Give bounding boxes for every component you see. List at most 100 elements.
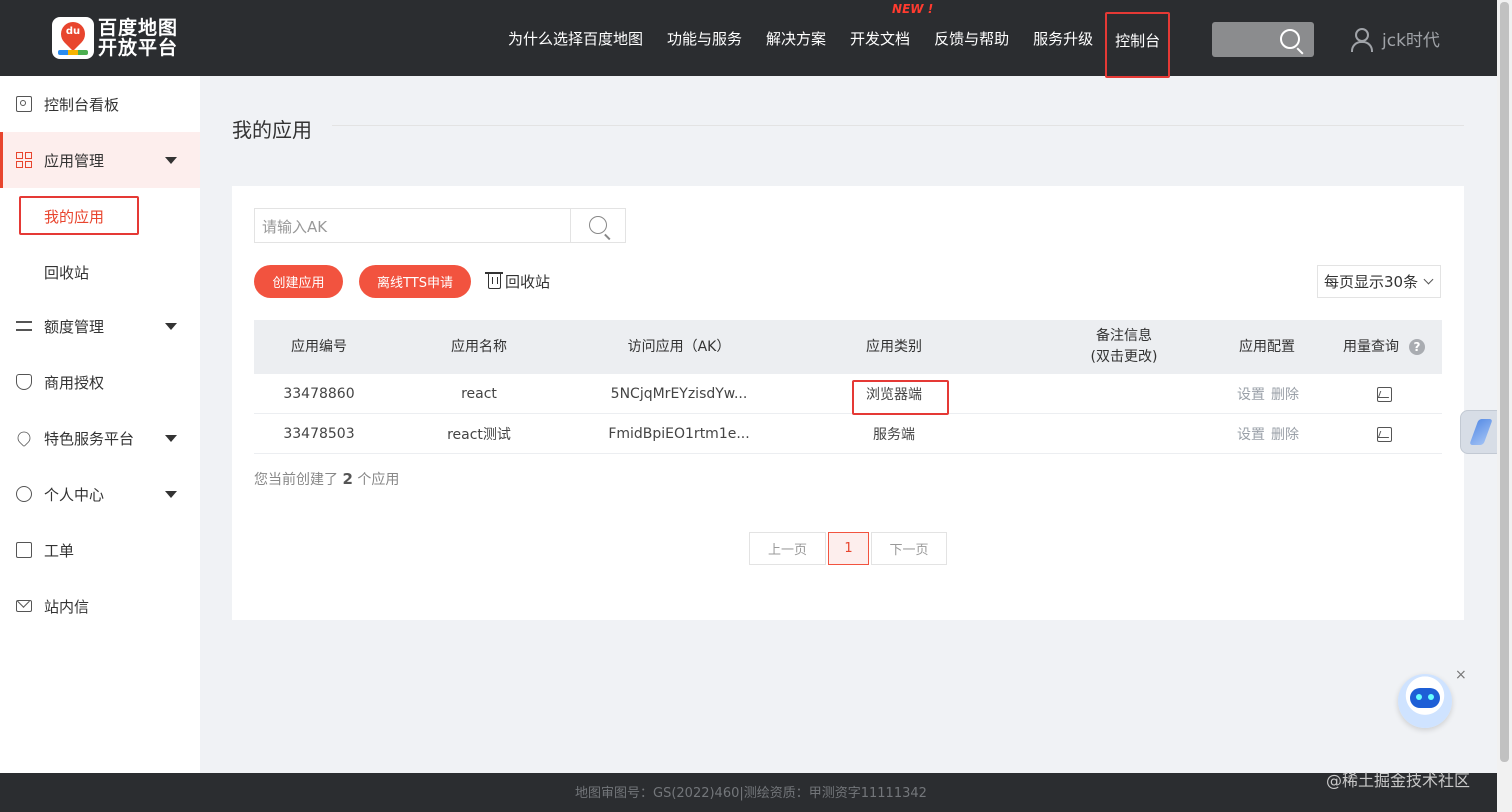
person-icon — [16, 486, 32, 502]
sidebar-item-tickets[interactable]: 工单 — [0, 522, 200, 578]
recycle-bin-link[interactable]: 回收站 — [485, 271, 550, 292]
logo-line-2: 开放平台 — [98, 37, 179, 59]
sidebar-item-label: 控制台看板 — [44, 95, 120, 114]
footer-license-text: 地图审图号：GS(2022)460|测绘资质：甲测资字11111342 — [575, 786, 927, 801]
caret-down-icon — [165, 434, 177, 442]
usage-chart-icon[interactable] — [1376, 386, 1392, 402]
count-value: 2 — [342, 470, 353, 488]
help-icon[interactable]: ? — [1409, 339, 1425, 355]
logo[interactable]: du 百度地图 开放平台 — [52, 17, 178, 59]
robot-assistant-icon[interactable] — [1398, 674, 1452, 728]
sidebar-item-label: 商用授权 — [44, 373, 105, 392]
page-title: 我的应用 — [232, 118, 312, 142]
sidebar-item-featured-services[interactable]: 特色服务平台 — [0, 410, 200, 466]
sidebar-item-dashboard[interactable]: 控制台看板 — [0, 76, 200, 132]
sidebar-item-personal-center[interactable]: 个人中心 — [0, 466, 200, 522]
count-suffix: 个应用 — [357, 472, 400, 488]
table-row: 33478860 react 5NCjqMrEYzisdYw... 浏览器端 设… — [254, 374, 1442, 414]
sidebar-item-label: 应用管理 — [44, 151, 105, 170]
col-ak: 访问应用（AK） — [627, 338, 731, 355]
logo-line-1: 百度地图 — [98, 17, 179, 39]
user-menu[interactable]: jck时代 — [1350, 26, 1440, 52]
username: jck时代 — [1382, 31, 1440, 51]
col-notes-label: 备注信息 — [1096, 328, 1152, 344]
page-1-button[interactable]: 1 — [828, 532, 869, 565]
usage-cell — [1364, 374, 1404, 414]
nav-console[interactable]: 控制台 — [1105, 12, 1171, 78]
logo-badge: du — [65, 26, 81, 37]
count-prefix: 您当前创建了 — [254, 472, 338, 488]
table-row: 33478503 react测试 FmidBpiEO1rtm1e... 服务端 … — [254, 414, 1442, 454]
user-icon — [1350, 27, 1373, 52]
settings-link[interactable]: 设置 — [1236, 374, 1266, 414]
nav-solutions[interactable]: 解决方案 — [754, 28, 838, 49]
create-app-button[interactable]: 创建应用 — [254, 265, 343, 298]
nav-features[interactable]: 功能与服务 — [655, 28, 754, 49]
usage-chart-icon[interactable] — [1376, 426, 1392, 442]
col-app-id: 应用编号 — [291, 338, 347, 355]
nav-why-baidu[interactable]: 为什么选择百度地图 — [496, 28, 655, 49]
per-page-select[interactable]: 每页显示30条 — [1317, 265, 1441, 298]
highlight-box — [19, 196, 139, 235]
cell-notes[interactable] — [1054, 414, 1194, 454]
main-nav: 为什么选择百度地图 功能与服务 解决方案 开发文档 NEW ! 反馈与帮助 服务… — [496, 0, 1171, 78]
caret-down-icon — [165, 156, 177, 164]
delete-link[interactable]: 删除 — [1270, 374, 1300, 414]
sidebar-item-messages[interactable]: 站内信 — [0, 578, 200, 634]
sidebar-item-label: 特色服务平台 — [44, 429, 135, 448]
highlight-box — [852, 380, 949, 415]
delete-link[interactable]: 删除 — [1270, 414, 1300, 454]
sidebar-item-label: 个人中心 — [44, 485, 105, 504]
sidebar-item-quota[interactable]: 额度管理 — [0, 298, 200, 354]
mail-icon — [16, 600, 32, 612]
title-divider — [332, 125, 1464, 126]
col-notes-hint: (双击更改) — [1090, 349, 1158, 365]
col-app-name: 应用名称 — [451, 338, 507, 355]
baidu-map-logo-icon: du — [52, 17, 94, 59]
offline-tts-button[interactable]: 离线TTS申请 — [359, 265, 471, 298]
col-app-type: 应用类别 — [866, 338, 922, 355]
shield-icon — [16, 374, 32, 390]
usage-cell — [1364, 414, 1404, 454]
caret-down-icon — [165, 322, 177, 330]
per-page-value: 每页显示30条 — [1324, 273, 1419, 291]
scrollbar[interactable] — [1497, 0, 1512, 812]
prev-page-button[interactable]: 上一页 — [749, 532, 826, 565]
cell-ak[interactable]: 5NCjqMrEYzisdYw... — [559, 374, 799, 414]
grid-icon — [16, 152, 32, 168]
cell-app-id: 33478503 — [283, 426, 355, 442]
dashboard-icon — [16, 96, 32, 112]
new-badge: NEW ! — [892, 1, 934, 16]
sidebar: 控制台看板 应用管理 我的应用 回收站 额度管理 商用授权 特色服务平台 个人中… — [0, 76, 200, 773]
col-notes: 备注信息 (双击更改) — [1054, 320, 1194, 374]
nav-feedback[interactable]: 反馈与帮助 — [922, 28, 1021, 49]
apps-card: 请输入AK 创建应用 离线TTS申请 回收站 每页显示30条 应用编号 应用名称… — [232, 186, 1464, 620]
ak-search-button[interactable] — [570, 209, 625, 242]
table-header: 应用编号 应用名称 访问应用（AK） 应用类别 备注信息 (双击更改) 应用配置… — [254, 320, 1442, 374]
cell-notes[interactable] — [1054, 374, 1194, 414]
caret-down-icon — [165, 490, 177, 498]
sidebar-item-label: 站内信 — [44, 597, 90, 616]
sliders-icon — [16, 318, 32, 334]
next-page-button[interactable]: 下一页 — [871, 532, 947, 565]
nav-docs[interactable]: 开发文档 NEW ! — [838, 2, 933, 49]
ak-search-placeholder: 请输入AK — [262, 218, 328, 236]
cell-app-type: 服务端 — [873, 427, 915, 443]
search-icon[interactable] — [1280, 29, 1300, 49]
close-icon[interactable]: × — [1455, 667, 1467, 683]
settings-link[interactable]: 设置 — [1236, 414, 1266, 454]
ak-search-input[interactable]: 请输入AK — [254, 208, 626, 243]
logo-text: 百度地图 开放平台 — [98, 18, 178, 58]
watermark: @稀土掘金技术社区 — [1326, 771, 1471, 790]
chevron-down-icon — [1423, 274, 1434, 285]
nav-upgrade[interactable]: 服务升级 — [1021, 28, 1105, 49]
sidebar-item-commercial-license[interactable]: 商用授权 — [0, 354, 200, 410]
cell-ak[interactable]: FmidBpiEO1rtm1e... — [559, 414, 799, 454]
scrollbar-thumb[interactable] — [1500, 2, 1509, 762]
nav-docs-label: 开发文档 — [850, 29, 911, 48]
sidebar-item-app-management[interactable]: 应用管理 — [0, 132, 200, 188]
cell-app-name: react测试 — [447, 427, 511, 443]
header-search[interactable] — [1212, 22, 1314, 57]
app-count-text: 您当前创建了 2 个应用 — [254, 469, 399, 489]
sidebar-subitem-recycle-bin[interactable]: 回收站 — [44, 262, 89, 283]
